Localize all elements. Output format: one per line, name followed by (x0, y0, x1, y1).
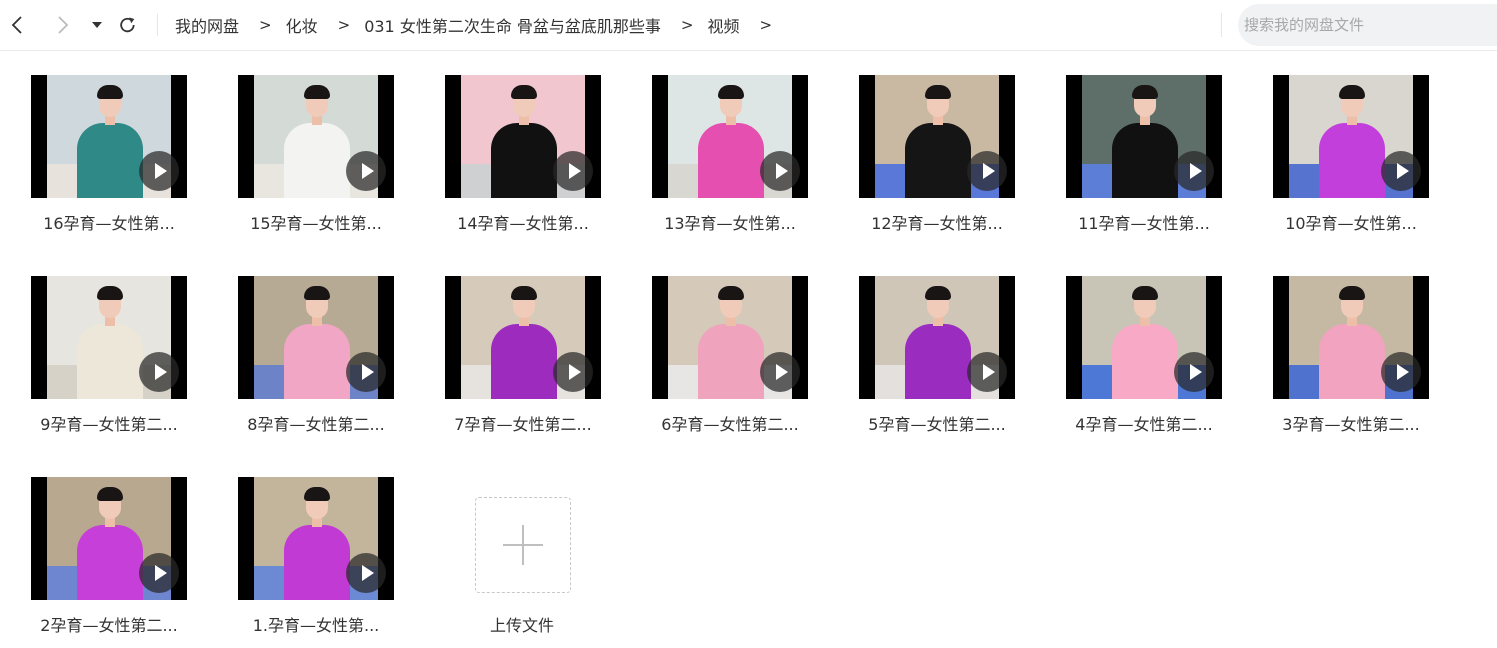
play-icon (346, 151, 386, 191)
video-file-item[interactable]: 5孕育—女性第二... (842, 276, 1032, 435)
video-file-item[interactable]: 7孕育—女性第二... (428, 276, 618, 435)
upload-file-label: 上传文件 (489, 616, 554, 635)
breadcrumb-item[interactable]: 031 女性第二次生命 骨盆与盆底肌那些事 (364, 13, 661, 37)
play-icon (139, 352, 179, 392)
video-thumbnail (31, 276, 187, 399)
video-file-item[interactable]: 10孕育—女性第... (1256, 75, 1446, 234)
video-file-item[interactable]: 12孕育—女性第... (842, 75, 1032, 234)
search-box[interactable] (1238, 4, 1497, 46)
play-icon (967, 151, 1007, 191)
video-file-item[interactable]: 8孕育—女性第二... (221, 276, 411, 435)
video-file-item[interactable]: 2孕育—女性第二... (14, 477, 204, 636)
play-icon (967, 352, 1007, 392)
chevron-right-icon (58, 16, 69, 34)
breadcrumb-separator: > (337, 16, 351, 34)
file-name: 13孕育—女性第... (664, 214, 796, 233)
breadcrumb-separator: > (259, 16, 272, 34)
file-name: 5孕育—女性第二... (868, 415, 1006, 434)
play-icon (760, 151, 800, 191)
chevron-left-icon (11, 16, 22, 34)
back-button[interactable] (6, 0, 28, 50)
video-file-item[interactable]: 14孕育—女性第... (428, 75, 618, 234)
search-input[interactable] (1238, 4, 1484, 46)
video-thumbnail (1066, 75, 1222, 198)
file-name: 11孕育—女性第... (1078, 214, 1210, 233)
history-dropdown-button[interactable] (88, 0, 106, 50)
video-thumbnail (1273, 276, 1429, 399)
play-icon (760, 352, 800, 392)
caret-down-icon (92, 22, 102, 28)
top-toolbar: 我的网盘 > 化妆 >031 女性第二次生命 骨盆与盆底肌那些事 > 视频 > (0, 0, 1497, 51)
play-icon (1174, 151, 1214, 191)
video-thumbnail (652, 75, 808, 198)
file-name: 4孕育—女性第二... (1075, 415, 1213, 434)
video-thumbnail (238, 276, 394, 399)
play-icon (1174, 352, 1214, 392)
file-name: 6孕育—女性第二... (661, 415, 799, 434)
plus-icon-stroke (522, 525, 524, 565)
play-icon (553, 352, 593, 392)
video-file-item[interactable]: 1.孕育—女性第... (221, 477, 411, 636)
file-name: 15孕育—女性第... (250, 214, 382, 233)
video-file-item[interactable]: 11孕育—女性第... (1049, 75, 1239, 234)
breadcrumb-separator: > (680, 16, 694, 34)
forward-button[interactable] (52, 0, 74, 50)
video-thumbnail (859, 276, 1015, 399)
play-icon (139, 151, 179, 191)
video-thumbnail (1273, 75, 1429, 198)
video-file-item[interactable]: 4孕育—女性第二... (1049, 276, 1239, 435)
upload-file-button[interactable] (475, 497, 571, 593)
search-divider (1221, 13, 1222, 37)
video-file-item[interactable]: 13孕育—女性第... (635, 75, 825, 234)
video-file-item[interactable]: 3孕育—女性第二... (1256, 276, 1446, 435)
video-file-item[interactable]: 15孕育—女性第... (221, 75, 411, 234)
file-name: 1.孕育—女性第... (252, 616, 380, 635)
play-icon (346, 553, 386, 593)
video-thumbnail (652, 276, 808, 399)
video-file-item[interactable]: 16孕育—女性第... (14, 75, 204, 234)
breadcrumb-item[interactable]: 视频 (707, 13, 739, 37)
file-name: 16孕育—女性第... (43, 214, 175, 233)
video-file-item[interactable]: 9孕育—女性第二... (14, 276, 204, 435)
breadcrumb-separator: > (759, 16, 773, 34)
breadcrumb-item[interactable]: 化妆 (286, 13, 318, 37)
breadcrumb-item[interactable]: 我的网盘 (175, 13, 239, 37)
play-icon (139, 553, 179, 593)
file-name: 8孕育—女性第二... (247, 415, 385, 434)
file-name: 12孕育—女性第... (871, 214, 1003, 233)
video-thumbnail (859, 75, 1015, 198)
play-icon (1381, 352, 1421, 392)
video-thumbnail (1066, 276, 1222, 399)
video-thumbnail (238, 75, 394, 198)
video-thumbnail (238, 477, 394, 600)
breadcrumb: 我的网盘 > 化妆 >031 女性第二次生命 骨盆与盆底肌那些事 > 视频 > (175, 0, 786, 50)
play-icon (1381, 151, 1421, 191)
file-name: 2孕育—女性第二... (40, 616, 178, 635)
video-file-item[interactable]: 6孕育—女性第二... (635, 276, 825, 435)
file-name: 9孕育—女性第二... (40, 415, 178, 434)
file-name: 7孕育—女性第二... (454, 415, 592, 434)
file-name: 3孕育—女性第二... (1282, 415, 1420, 434)
refresh-icon (119, 17, 135, 32)
video-thumbnail (445, 75, 601, 198)
toolbar-divider (157, 14, 158, 36)
video-thumbnail (31, 477, 187, 600)
play-icon (553, 151, 593, 191)
play-icon (346, 352, 386, 392)
video-thumbnail (445, 276, 601, 399)
video-thumbnail (31, 75, 187, 198)
file-name: 10孕育—女性第... (1285, 214, 1417, 233)
file-name: 14孕育—女性第... (457, 214, 589, 233)
refresh-button[interactable] (115, 0, 139, 50)
